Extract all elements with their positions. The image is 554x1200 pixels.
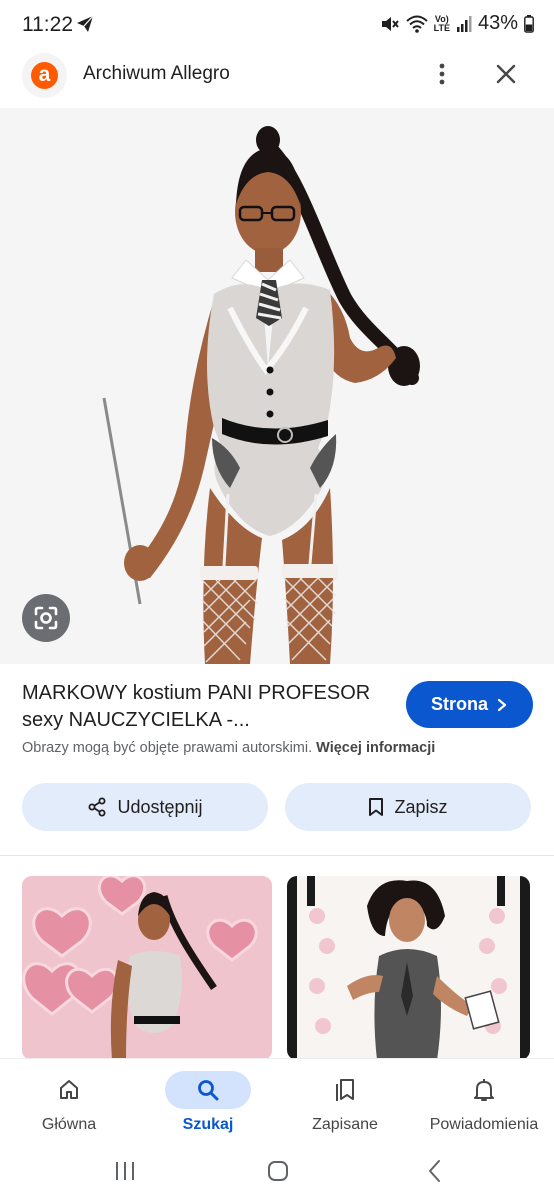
share-icon bbox=[88, 797, 106, 817]
nav-home[interactable]: Główna bbox=[10, 1059, 128, 1145]
copyright-text: Obrazy mogą być objęte prawami autorskim… bbox=[22, 740, 313, 756]
close-icon[interactable] bbox=[492, 60, 520, 88]
nav-home-label: Główna bbox=[41, 1116, 97, 1133]
result-title[interactable]: MARKOWY kostium PANI PROFESOR sexy NAUCZ… bbox=[22, 680, 392, 734]
more-info-link[interactable]: Więcej informacji bbox=[316, 740, 435, 756]
nav-search[interactable]: Szukaj bbox=[150, 1059, 266, 1145]
telegram-icon bbox=[76, 15, 94, 38]
share-button[interactable]: Udostępnij bbox=[22, 783, 268, 831]
lens-icon bbox=[34, 606, 58, 630]
related-image-thumbnail[interactable] bbox=[22, 876, 272, 1060]
source-header: a Archiwum Allegro bbox=[0, 48, 554, 108]
wifi-icon bbox=[405, 15, 428, 33]
home-button-icon[interactable] bbox=[263, 1156, 293, 1186]
main-product-image[interactable] bbox=[0, 108, 554, 664]
visit-site-button[interactable]: Strona bbox=[406, 681, 533, 728]
nav-saved-label: Zapisane bbox=[312, 1116, 378, 1133]
battery-icon bbox=[524, 14, 534, 33]
related-image-thumbnail[interactable] bbox=[287, 876, 530, 1060]
home-icon bbox=[26, 1071, 112, 1109]
save-label: Zapisz bbox=[394, 796, 448, 817]
nav-search-label: Szukaj bbox=[182, 1116, 234, 1133]
system-navigation-bar bbox=[0, 1144, 554, 1200]
bookmark-icon bbox=[369, 798, 384, 816]
bell-icon bbox=[441, 1071, 527, 1109]
nav-notifications-label: Powiadomienia bbox=[429, 1116, 539, 1133]
back-icon[interactable] bbox=[420, 1156, 450, 1186]
nav-notifications[interactable]: Powiadomienia bbox=[416, 1059, 552, 1145]
signal-icon bbox=[456, 15, 472, 33]
bottom-navigation: Główna Szukaj Zapisane Powiadomienia bbox=[0, 1058, 554, 1144]
allegro-logo[interactable]: a bbox=[22, 53, 67, 98]
mute-icon bbox=[380, 15, 400, 33]
visit-site-label: Strona bbox=[430, 694, 488, 714]
copyright-notice: Obrazy mogą być objęte prawami autorskim… bbox=[22, 740, 435, 756]
lens-search-button[interactable] bbox=[22, 594, 70, 642]
chevron-right-icon bbox=[497, 698, 507, 711]
battery-level: 43% bbox=[477, 12, 518, 34]
volte-icon: Vo) LTE bbox=[433, 13, 450, 33]
search-icon bbox=[165, 1071, 251, 1109]
save-button[interactable]: Zapisz bbox=[285, 783, 531, 831]
divider bbox=[0, 855, 554, 856]
share-label: Udostępnij bbox=[117, 796, 203, 817]
source-title: Archiwum Allegro bbox=[83, 63, 230, 84]
more-options-icon[interactable] bbox=[428, 60, 456, 88]
status-bar: 11:22 Vo) LTE 43% bbox=[0, 0, 554, 48]
nav-saved[interactable]: Zapisane bbox=[286, 1059, 404, 1145]
bookmarks-icon bbox=[302, 1071, 388, 1109]
recent-apps-icon[interactable] bbox=[110, 1156, 140, 1186]
logo-letter: a bbox=[31, 62, 58, 89]
status-time: 11:22 bbox=[22, 13, 73, 36]
